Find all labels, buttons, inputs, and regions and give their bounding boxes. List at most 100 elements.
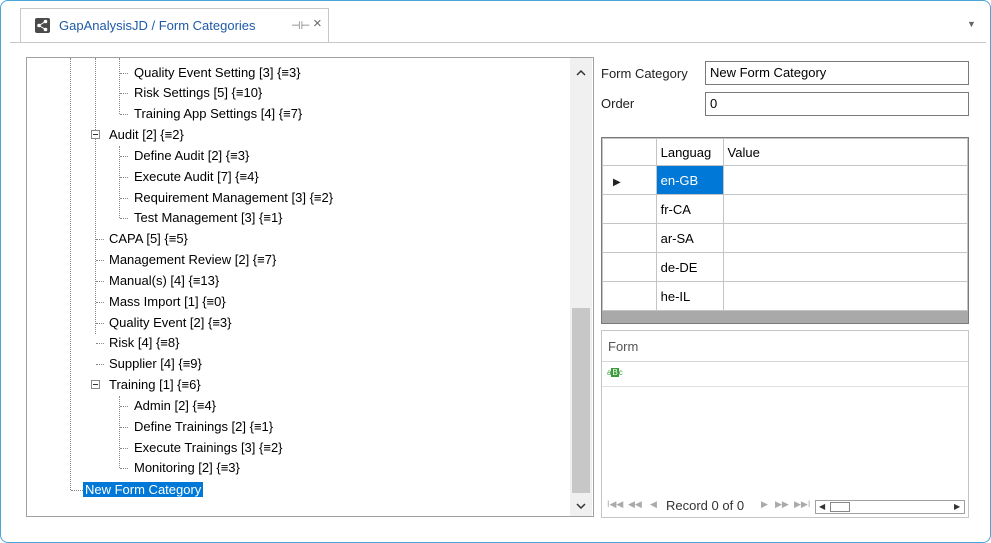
tree-connector [120, 177, 128, 178]
tree-node[interactable]: Training App Settings [4] {≡7} [134, 104, 302, 124]
form-category-tree[interactable]: Quality Event Setting [3] {≡3} Risk Sett… [26, 57, 594, 517]
scroll-up-icon[interactable] [576, 68, 586, 78]
tree-connector [119, 58, 120, 114]
next-page-icon[interactable]: ▶▶ [775, 499, 789, 510]
tree-node[interactable]: Test Management [3] {≡1} [134, 208, 283, 228]
language-cell[interactable]: en-GB [655, 165, 724, 195]
filter-row[interactable]: aBc [602, 362, 968, 387]
tree-node[interactable]: Manual(s) [4] {≡13} [109, 271, 219, 291]
tree-node[interactable]: Monitoring [2] {≡3} [134, 458, 240, 478]
tree-node[interactable]: Define Audit [2] {≡3} [134, 146, 249, 166]
value-cell[interactable] [722, 165, 968, 195]
row-indicator[interactable]: ▶ [602, 165, 657, 195]
scroll-right-icon[interactable]: ▶ [954, 501, 960, 513]
order-label: Order [601, 96, 635, 111]
scroll-left-icon[interactable]: ◀ [819, 501, 825, 513]
table-row[interactable]: de-DE [602, 252, 968, 282]
tree-node[interactable]: Audit [2] {≡2} [109, 125, 184, 145]
tab-title: GapAnalysisJD / Form Categories [59, 18, 256, 33]
tree-connector [120, 73, 128, 74]
chevron-down-icon[interactable]: ▼ [967, 19, 979, 31]
prev-page-icon[interactable]: ◀◀ [628, 499, 642, 510]
tree-connector [120, 114, 128, 115]
tree-node[interactable]: Define Trainings [2] {≡1} [134, 417, 273, 437]
form-header-label: Form [608, 339, 639, 354]
record-navigator: I◀◀ ◀◀ ◀ Record 0 of 0 ▶ ▶▶ ▶▶I ◀ ▶ [602, 495, 968, 517]
form-column-header[interactable]: Form [602, 331, 968, 362]
tree-connector [96, 239, 104, 240]
value-cell[interactable] [722, 223, 968, 253]
tree-node[interactable]: Requirement Management [3] {≡2} [134, 188, 333, 208]
pin-icon[interactable]: ⊣⊢ [291, 19, 310, 32]
record-counter: Record 0 of 0 [666, 498, 745, 513]
tree-connector [120, 218, 128, 219]
form-category-label: Form Category [601, 66, 688, 81]
value-cell[interactable] [722, 194, 968, 224]
next-record-icon[interactable]: ▶ [761, 499, 768, 510]
tree-node[interactable]: Quality Event [2] {≡3} [109, 313, 232, 333]
tree-node[interactable]: Quality Event Setting [3] {≡3} [134, 63, 301, 83]
language-grid[interactable]: Languag Value ▶ en-GB fr-CA ar-SA de-DE … [601, 137, 969, 324]
form-category-field[interactable]: New Form Category [705, 61, 969, 85]
order-field[interactable]: 0 [705, 92, 969, 116]
tree-node[interactable]: Management Review [2] {≡7} [109, 250, 276, 270]
tree-connector [95, 58, 96, 334]
tree-node-selected[interactable]: New Form Category [83, 480, 204, 500]
collapse-icon[interactable] [91, 380, 100, 389]
tree-node[interactable]: Admin [2] {≡4} [134, 396, 216, 416]
tree-node[interactable]: Execute Audit [7] {≡4} [134, 167, 259, 187]
first-record-icon[interactable]: I◀◀ [607, 499, 623, 510]
language-cell[interactable]: de-DE [655, 252, 724, 282]
table-row[interactable]: ar-SA [602, 223, 968, 253]
tab-strip: GapAnalysisJD / Form Categories ⊣⊢ × ▼ [10, 8, 986, 43]
prev-record-icon[interactable]: ◀ [650, 499, 657, 510]
scroll-down-icon[interactable] [576, 502, 586, 512]
tree-node[interactable]: Supplier [4] {≡9} [109, 354, 202, 374]
tree-connector [96, 323, 104, 324]
row-indicator[interactable] [602, 252, 657, 282]
tree-connector [120, 427, 128, 428]
tree-node[interactable]: Risk [4] {≡8} [109, 333, 179, 353]
form-list-panel[interactable]: Form aBc I◀◀ ◀◀ ◀ Record 0 of 0 ▶ ▶▶ ▶▶I… [601, 330, 969, 518]
tree-node[interactable]: CAPA [5] {≡5} [109, 229, 188, 249]
value-cell[interactable] [722, 281, 968, 311]
tree-connector [120, 448, 128, 449]
tab-form-categories[interactable]: GapAnalysisJD / Form Categories ⊣⊢ × [20, 8, 329, 42]
scroll-thumb[interactable] [572, 308, 590, 493]
tree-node[interactable]: Training [1] {≡6} [109, 375, 201, 395]
column-header-language[interactable]: Languag [655, 138, 724, 166]
tree-connector [120, 198, 128, 199]
tree-connector [96, 364, 104, 365]
table-row[interactable]: ▶ en-GB [602, 165, 968, 195]
tree-node[interactable]: Risk Settings [5] {≡10} [134, 83, 262, 103]
tree-connector [96, 302, 104, 303]
row-indicator[interactable] [602, 281, 657, 311]
column-header-value[interactable]: Value [722, 138, 968, 166]
collapse-icon[interactable] [91, 130, 100, 139]
value-cell[interactable] [722, 252, 968, 282]
text-filter-icon[interactable]: aBc [607, 368, 623, 378]
tree-node[interactable]: Execute Trainings [3] {≡2} [134, 438, 283, 458]
tree-connector [70, 58, 71, 490]
table-row[interactable]: fr-CA [602, 194, 968, 224]
tree-connector [120, 406, 128, 407]
language-cell[interactable]: ar-SA [655, 223, 724, 253]
last-record-icon[interactable]: ▶▶I [794, 499, 810, 510]
tree-connector [96, 260, 104, 261]
share-icon [35, 18, 50, 33]
tree-node[interactable]: Mass Import [1] {≡0} [109, 292, 226, 312]
tree-connector [96, 281, 104, 282]
row-indicator[interactable] [602, 223, 657, 253]
scroll-thumb[interactable] [830, 502, 850, 512]
horizontal-scrollbar[interactable]: ◀ ▶ [815, 500, 965, 514]
table-row[interactable]: he-IL [602, 281, 968, 311]
row-indicator[interactable] [602, 194, 657, 224]
tree-connector [120, 156, 128, 157]
close-icon[interactable]: × [313, 16, 322, 32]
language-cell[interactable]: fr-CA [655, 194, 724, 224]
tree-connector [120, 93, 128, 94]
grid-corner [602, 138, 657, 166]
selected-node-label: New Form Category [83, 482, 204, 497]
tree-scrollbar[interactable] [570, 58, 592, 516]
language-cell[interactable]: he-IL [655, 281, 724, 311]
